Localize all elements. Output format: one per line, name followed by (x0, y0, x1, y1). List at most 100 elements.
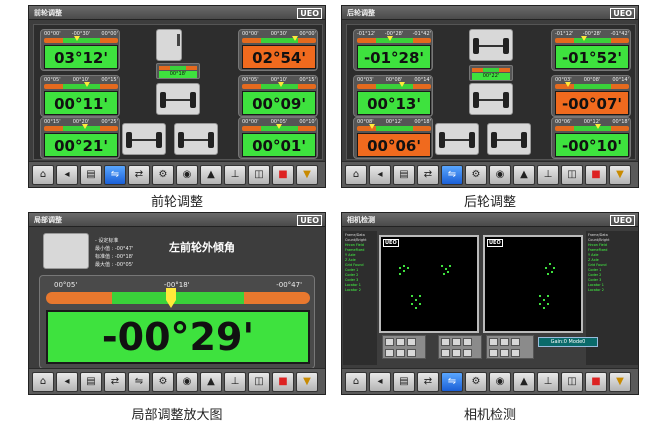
value-display: 00°09' (242, 91, 316, 115)
print-icon[interactable]: ▤ (80, 164, 102, 185)
back-icon[interactable]: ◂ (56, 371, 78, 392)
caption-zoom: 局部调整放大图 (131, 408, 223, 423)
right-camera-view: UEO (483, 235, 583, 333)
toolbar: ⌂ ◂ ▤ ⇋ ⇄ ⚙ ◉ ▲ ⊥ ◫ ■ ▼ (29, 161, 325, 187)
car-side-icon[interactable]: ◫ (248, 164, 270, 185)
steering-wheel-icon (156, 29, 182, 61)
window-title: 局部调整 (34, 216, 62, 224)
stop-icon[interactable]: ■ (272, 164, 294, 185)
lift-icon[interactable]: ▲ (200, 371, 222, 392)
zoom-adjust-panel: 局部调整 UEO - 设定标准 最小值 : -00°47' 标准值 : -00°… (28, 212, 326, 395)
right-camera-controls[interactable] (486, 335, 534, 359)
swap-icon[interactable]: ⇄ (104, 371, 126, 392)
center-gauge: 00°22' (469, 65, 513, 81)
gauge-top-right: -01°12' -00°28' -01°42' -01°52' (551, 29, 631, 71)
print-icon[interactable]: ▤ (393, 371, 415, 392)
stop-icon[interactable]: ■ (272, 371, 294, 392)
ok-icon[interactable]: ▼ (296, 164, 318, 185)
value-display: 00°06' (357, 133, 431, 157)
swap-icon[interactable]: ⇄ (417, 371, 439, 392)
print-icon[interactable]: ▤ (393, 164, 415, 185)
lift-icon[interactable]: ▲ (513, 164, 535, 185)
car-icon[interactable]: ⇋ (128, 371, 150, 392)
window-title: 前轮调整 (34, 9, 62, 17)
window-title: 后轮调整 (347, 9, 375, 17)
toolbar: ⌂ ◂ ▤ ⇄ ⇋ ⚙ ◉ ▲ ⊥ ◫ ■ ▼ (29, 368, 325, 394)
tool-icon[interactable]: ⚙ (465, 164, 487, 185)
work-area: -01°12' -00°28' -01°42' -01°28' -01°12' -00… (346, 24, 636, 160)
toolbar: ⌂ ◂ ▤ ⇄ ⇋ ⚙ ◉ ▲ ⊥ ◫ ■ ▼ (342, 161, 638, 187)
gain-mode-display: Gain:0 Mode0 (538, 337, 598, 347)
lift-icon[interactable]: ▲ (200, 164, 222, 185)
car-side-icon[interactable]: ◫ (561, 371, 583, 392)
tool-icon[interactable]: ⚙ (465, 371, 487, 392)
stop-icon[interactable]: ■ (585, 164, 607, 185)
left-wheel-icon (435, 123, 479, 155)
title-bar: 前轮调整 UEO (29, 6, 325, 20)
adjust-icon[interactable]: ⊥ (537, 164, 559, 185)
wheel-icon[interactable]: ◉ (176, 371, 198, 392)
brand-logo: UEO (297, 215, 322, 226)
title-bar: 相机检测 UEO (342, 213, 638, 227)
home-icon[interactable]: ⌂ (345, 164, 367, 185)
gauge-mid-left: 00°05' 00°10' 00°15' 00°11' (40, 75, 120, 117)
value-display: 03°12' (44, 45, 118, 69)
caption-rear: 后轮调整 (463, 195, 516, 210)
car-icon[interactable]: ⇋ (441, 164, 463, 185)
adjust-icon[interactable]: ⊥ (224, 371, 246, 392)
rear-wheel-panel: 后轮调整 UEO -01°12' -00°28' -01°42' -01°28' -… (341, 5, 639, 188)
center-gauge: 00°18' (156, 63, 200, 79)
front-axle-icon (156, 83, 200, 115)
caption-camera: 相机检测 (463, 408, 516, 423)
value-display: 00°21' (44, 133, 118, 157)
value-display: -00°07' (555, 91, 629, 115)
car-icon[interactable]: ⇋ (104, 164, 126, 185)
camber-icon (43, 233, 89, 269)
print-icon[interactable]: ▤ (80, 371, 102, 392)
right-wheel-icon (174, 123, 218, 155)
value-display: -01°52' (555, 45, 629, 69)
car-side-icon[interactable]: ◫ (561, 164, 583, 185)
caption-front: 前轮调整 (150, 195, 203, 210)
gauge-mid-left: 00°03' 00°08' 00°14' 00°13' (353, 75, 433, 117)
work-area: 00°00' -00°30' 00°00' 03°12' 00°00' 00°30' 0… (33, 24, 323, 160)
brand-logo: UEO (297, 8, 322, 19)
front-wheel-panel: 前轮调整 UEO 00°00' -00°30' 00°00' 03°12' 00°0… (28, 5, 326, 188)
tool-icon[interactable]: ⚙ (152, 371, 174, 392)
car-side-icon[interactable]: ◫ (248, 371, 270, 392)
home-icon[interactable]: ⌂ (345, 371, 367, 392)
home-icon[interactable]: ⌂ (32, 371, 54, 392)
title-bar: 后轮调整 UEO (342, 6, 638, 20)
value-display: 00°01' (242, 133, 316, 157)
ok-icon[interactable]: ▼ (296, 371, 318, 392)
right-wheel-icon (487, 123, 531, 155)
car-icon[interactable]: ⇋ (441, 371, 463, 392)
gauge-top-right: 00°00' 00°30' 00°00' 02°54' (238, 29, 318, 71)
toolbar: ⌂ ◂ ▤ ⇄ ⇋ ⚙ ◉ ▲ ⊥ ◫ ■ ▼ (342, 368, 638, 394)
camera-panel: 相机检测 UEO Frame/Data Count/Bright Hrcon F… (341, 212, 639, 395)
gauge-mid-right: 00°05' 00°10' 00°15' 00°09' (238, 75, 318, 117)
back-icon[interactable]: ◂ (369, 371, 391, 392)
adjust-icon[interactable]: ⊥ (537, 371, 559, 392)
home-icon[interactable]: ⌂ (32, 164, 54, 185)
ok-icon[interactable]: ▼ (609, 164, 631, 185)
lift-icon[interactable]: ▲ (513, 371, 535, 392)
swap-icon[interactable]: ⇄ (417, 164, 439, 185)
wheel-icon[interactable]: ◉ (489, 371, 511, 392)
back-icon[interactable]: ◂ (369, 164, 391, 185)
ok-icon[interactable]: ▼ (609, 371, 631, 392)
back-icon[interactable]: ◂ (56, 164, 78, 185)
tool-icon[interactable]: ⚙ (152, 164, 174, 185)
brand-logo: UEO (610, 215, 635, 226)
zoom-value: -00°29' (46, 310, 310, 364)
adjust-icon[interactable]: ⊥ (224, 164, 246, 185)
left-camera-controls[interactable] (382, 335, 426, 359)
stop-icon[interactable]: ■ (585, 371, 607, 392)
left-wheel-icon (122, 123, 166, 155)
gauge-bottom-left: 00°15' 00°20' 00°25' 00°21' (40, 117, 120, 159)
swap-icon[interactable]: ⇄ (128, 164, 150, 185)
gauge-top-left: -01°12' -00°28' -01°42' -01°28' (353, 29, 433, 71)
left-zoom-controls[interactable] (438, 335, 482, 359)
wheel-icon[interactable]: ◉ (176, 164, 198, 185)
wheel-icon[interactable]: ◉ (489, 164, 511, 185)
